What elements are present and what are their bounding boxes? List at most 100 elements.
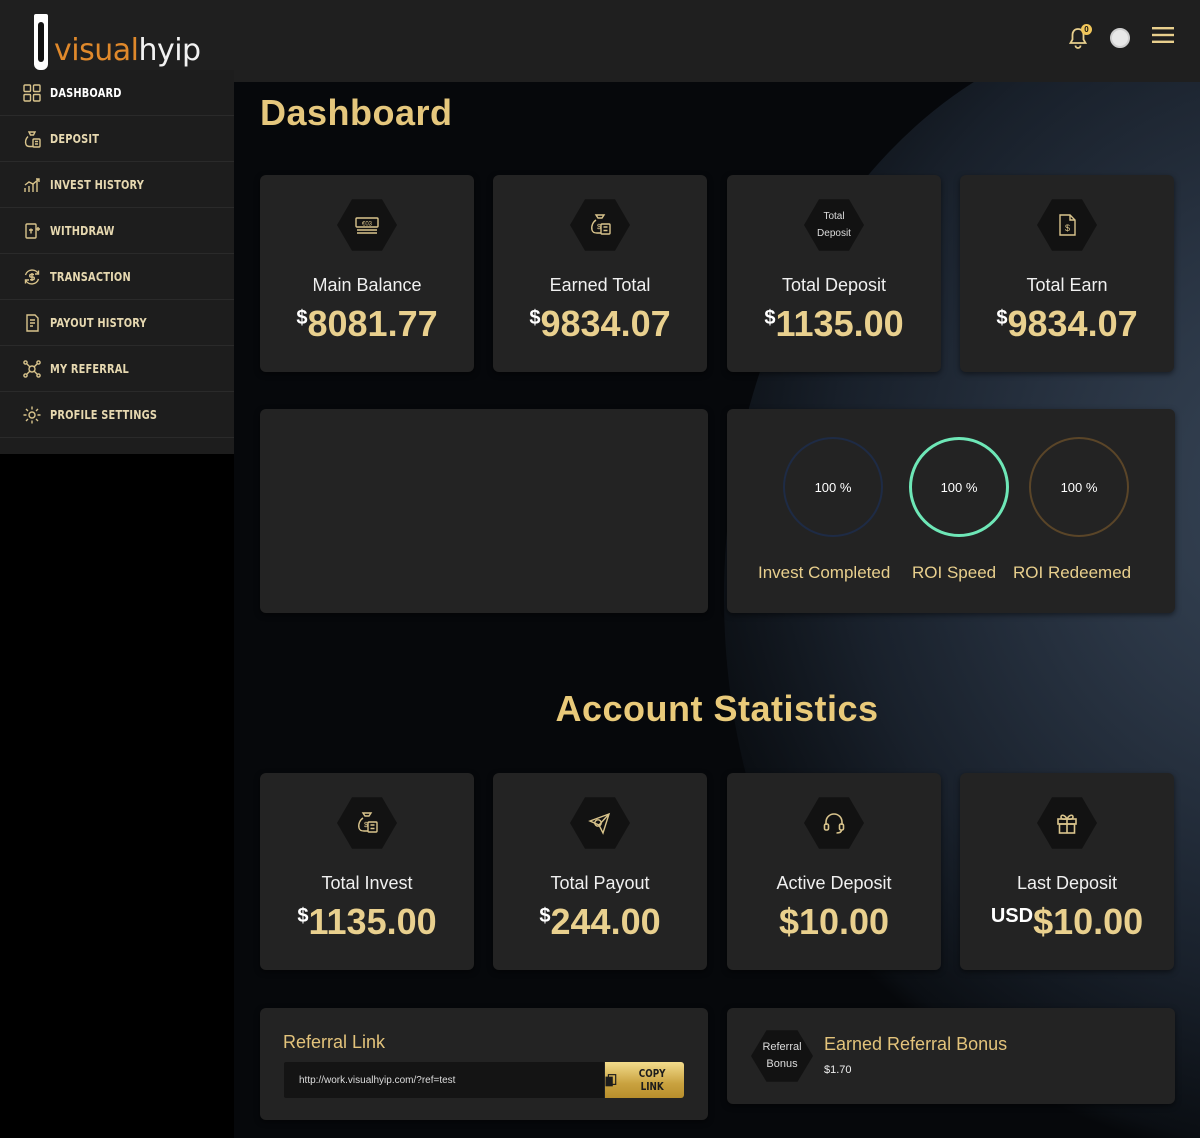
- sidebar-item-deposit[interactable]: DEPOSIT: [0, 116, 234, 162]
- active-deposit-card: Active Deposit $10.00: [727, 773, 941, 970]
- stat-label: Total Payout: [550, 873, 650, 893]
- last-deposit-card: Last Deposit USD$10.00: [960, 773, 1174, 970]
- invest-completed-ring: 100 %: [783, 437, 883, 537]
- sidebar-item-transaction[interactable]: TRANSACTION: [0, 254, 234, 300]
- logo[interactable]: visualhyip: [28, 12, 201, 72]
- currency-symbol: $: [539, 905, 551, 927]
- currency-symbol: $: [297, 905, 309, 927]
- sidebar-item-label: INVEST HISTORY: [50, 177, 144, 192]
- amount: 9834.07: [540, 303, 671, 344]
- sidebar-item-label: DASHBOARD: [50, 85, 122, 100]
- total-earn-card: $ Total Earn $9834.07: [960, 175, 1174, 372]
- stat-value: $1135.00: [260, 901, 474, 943]
- amount: $10.00: [1033, 901, 1144, 942]
- amount: 9834.07: [1007, 303, 1138, 344]
- gear-icon: [22, 405, 42, 425]
- sidebar-item-label: PAYOUT HISTORY: [50, 315, 147, 330]
- stat-label: Total Earn: [1026, 275, 1108, 295]
- headset-icon: [823, 813, 845, 834]
- stat-label: Active Deposit: [776, 873, 892, 893]
- logo-text: visualhyip: [54, 33, 201, 68]
- stat-value: $8081.77: [260, 303, 474, 345]
- svg-text:$: $: [1065, 223, 1070, 233]
- withdraw-icon: [22, 221, 42, 241]
- currency-symbol: $: [996, 307, 1008, 329]
- stat-label: Last Deposit: [1016, 873, 1118, 893]
- amount: 1135.00: [308, 901, 437, 942]
- gift-icon: [1057, 814, 1077, 834]
- grid-icon: [22, 83, 42, 103]
- hex-badge: $: [337, 795, 397, 851]
- hex-badge: €03: [337, 197, 397, 253]
- stat-value: USD$10.00: [960, 901, 1174, 943]
- sidebar-item-invest-history[interactable]: INVEST HISTORY: [0, 162, 234, 208]
- money-bag-icon: $: [591, 214, 611, 235]
- hamburger-menu-icon[interactable]: [1152, 26, 1174, 49]
- stat-value: $9834.07: [493, 303, 707, 345]
- hex-badge-text: Total Deposit: [817, 211, 851, 239]
- svg-text:$: $: [364, 822, 368, 829]
- stat-label: Main Balance: [312, 275, 422, 295]
- sidebar-item-dashboard[interactable]: DASHBOARD: [0, 70, 234, 116]
- hex-badge: $: [570, 197, 630, 253]
- sidebar: DASHBOARD DEPOSIT INVEST HISTORY WITHDRA…: [0, 70, 234, 454]
- main-balance-card: €03 Main Balance $8081.77: [260, 175, 474, 372]
- money-bag-icon: [22, 129, 42, 149]
- sidebar-item-payout-history[interactable]: PAYOUT HISTORY: [0, 300, 234, 346]
- sidebar-item-label: WITHDRAW: [50, 223, 115, 238]
- svg-text:€03: €03: [362, 221, 373, 227]
- stat-label: Total Invest: [321, 873, 413, 893]
- hex-badge: [1037, 795, 1097, 851]
- total-invest-card: $ Total Invest $1135.00: [260, 773, 474, 970]
- top-icons: 0: [1068, 23, 1174, 49]
- svg-text:$: $: [597, 224, 601, 231]
- stat-value: $10.00: [727, 901, 941, 943]
- ring-label: ROI Redeemed: [1013, 563, 1132, 582]
- sidebar-item-label: DEPOSIT: [50, 131, 100, 146]
- stat-value: $9834.07: [960, 303, 1174, 345]
- dollar-cycle-icon: [22, 267, 42, 287]
- copy-link-button[interactable]: COPY LINK: [605, 1062, 684, 1098]
- hex-badge: Total Deposit: [804, 197, 864, 253]
- amount: 244.00: [550, 901, 661, 942]
- chart-placeholder-card: [260, 409, 708, 613]
- total-payout-card: Total Payout $244.00: [493, 773, 707, 970]
- cash-icon: €03: [355, 217, 379, 234]
- sidebar-item-label: PROFILE SETTINGS: [50, 407, 158, 422]
- logo-mark-icon: [28, 14, 52, 72]
- ring-label: ROI Speed: [912, 563, 997, 582]
- copy-icon: [605, 1073, 617, 1086]
- total-deposit-card: Total Deposit Total Deposit $1135.00: [727, 175, 941, 372]
- money-bag-icon: $: [358, 812, 378, 833]
- sidebar-item-label: TRANSACTION: [50, 269, 131, 284]
- copy-link-label: COPY LINK: [638, 1067, 666, 1093]
- stat-value: $244.00: [493, 901, 707, 943]
- invoice-icon: [22, 313, 42, 333]
- network-icon: [22, 359, 42, 379]
- referral-bonus-value: $1.70: [824, 1064, 852, 1076]
- referral-link-input[interactable]: [284, 1062, 604, 1098]
- main-content: Dashboard €03 Main Balance $8081.77 $ Ea…: [234, 82, 1200, 1138]
- page-title: Dashboard: [260, 92, 453, 133]
- avatar[interactable]: [1110, 27, 1130, 48]
- document-dollar-icon: $: [1059, 214, 1076, 236]
- sidebar-item-my-referral[interactable]: MY REFERRAL: [0, 346, 234, 392]
- notification-count: 0: [1081, 23, 1092, 35]
- notification-bell-icon[interactable]: 0: [1068, 23, 1092, 49]
- roi-speed-ring: 100 %: [909, 437, 1009, 537]
- roi-redeemed-ring: 100 %: [1029, 437, 1129, 537]
- referral-bonus-card: Referral Bonus Earned Referral Bonus $1.7…: [727, 1008, 1175, 1104]
- referral-link-title: Referral Link: [283, 1032, 386, 1052]
- stat-label: Earned Total: [549, 275, 651, 295]
- referral-bonus-title: Earned Referral Bonus: [824, 1034, 1008, 1054]
- stat-value: $1135.00: [727, 303, 941, 345]
- sidebar-item-profile-settings[interactable]: PROFILE SETTINGS: [0, 392, 234, 438]
- hex-badge-text: Referral Bonus: [762, 1041, 802, 1070]
- hex-badge: [570, 795, 630, 851]
- currency-symbol: $: [529, 307, 541, 329]
- amount: 1135.00: [775, 303, 904, 344]
- ring-label: Invest Completed: [758, 563, 891, 582]
- sidebar-item-withdraw[interactable]: WITHDRAW: [0, 208, 234, 254]
- currency-label: USD: [990, 905, 1034, 927]
- progress-rings-card: 100 % 100 % 100 % Invest Completed ROI S…: [727, 409, 1175, 613]
